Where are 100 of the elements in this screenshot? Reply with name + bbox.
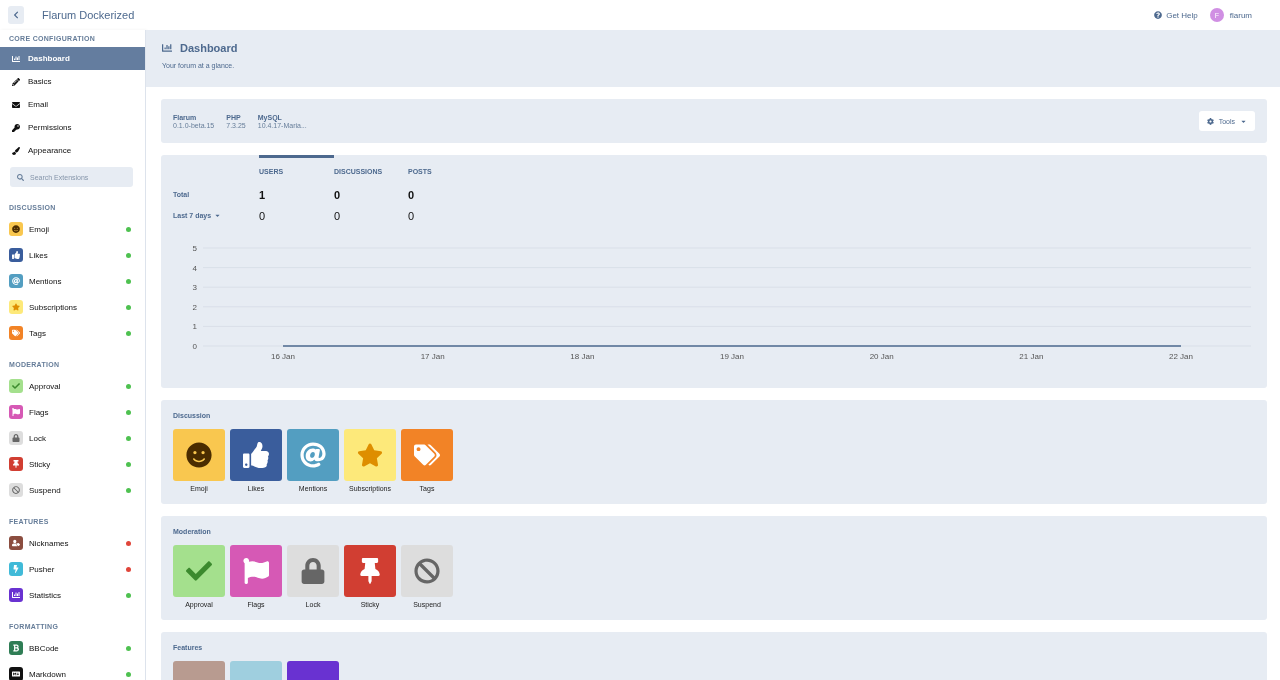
x-tick-label: 18 Jan — [570, 352, 595, 361]
ban-icon — [414, 558, 440, 584]
checkmark-icon — [9, 379, 23, 393]
extension-name: Emoji — [29, 224, 50, 234]
at-sign-icon — [9, 274, 23, 288]
y-tick-label: 2 — [192, 302, 197, 312]
checkmark-icon — [186, 558, 212, 584]
y-tick-label: 4 — [192, 263, 197, 273]
statistic-value: 0 — [259, 209, 267, 222]
at-sign-icon — [300, 442, 326, 468]
y-tick-label: 1 — [192, 322, 197, 332]
key-icon — [12, 123, 20, 132]
extension-name: Lock — [29, 433, 47, 443]
statistic-value: 0 — [334, 209, 342, 222]
chart-icon — [9, 588, 23, 602]
extension-link[interactable]: Pusher — [0, 556, 145, 582]
extension-link[interactable]: Mentions — [0, 268, 145, 294]
x-tick-label: 16 Jan — [271, 352, 295, 361]
brush-icon — [12, 146, 20, 155]
user-tag-icon — [9, 536, 23, 550]
caret-icon — [214, 212, 222, 219]
ban-icon — [9, 483, 23, 497]
extension-link[interactable]: Suspend — [0, 477, 145, 503]
extension-link[interactable]: Statistics — [0, 582, 145, 608]
extension-link[interactable]: Lock — [0, 425, 145, 451]
gear-icon — [1206, 117, 1214, 125]
extension-link[interactable]: Tags — [0, 320, 145, 346]
extension-name: Approval — [29, 381, 62, 391]
y-tick-label: 0 — [192, 342, 197, 351]
extension-tile[interactable] — [344, 429, 396, 481]
extension-name: Statistics — [29, 590, 62, 600]
extension-name: Suspend — [29, 485, 62, 495]
extension-link[interactable]: Subscriptions — [0, 294, 145, 320]
tags-icon — [9, 326, 23, 340]
extension-name: BBCode — [29, 643, 60, 653]
statistic-value: 0 — [334, 188, 342, 201]
extension-link[interactable]: Likes — [0, 242, 145, 268]
extension-link[interactable]: BBCode — [0, 635, 145, 661]
pushpin-icon — [357, 558, 383, 584]
chevron-left-icon — [12, 11, 20, 19]
extension-link[interactable]: Emoji — [0, 216, 145, 242]
extension-tile[interactable] — [173, 545, 225, 597]
extension-link[interactable]: Nicknames — [0, 530, 145, 556]
search-icon — [17, 173, 24, 181]
lock-icon — [300, 558, 326, 584]
extension-name: Pusher — [29, 564, 56, 574]
help-link[interactable]: Get Help — [1154, 10, 1198, 20]
extension-tile[interactable] — [230, 545, 282, 597]
extension-tile[interactable] — [287, 545, 339, 597]
extension-name: Sticky — [29, 459, 52, 469]
extension-tile[interactable] — [401, 429, 453, 481]
extension-name: Mentions — [29, 276, 63, 286]
extension-name: Likes — [29, 250, 49, 260]
sidebar-item[interactable]: Basics — [0, 70, 145, 93]
y-tick-label: 5 — [192, 244, 197, 253]
statistic-value: 1 — [259, 188, 267, 201]
x-tick-label: 21 Jan — [1019, 352, 1044, 361]
extension-name: Tags — [29, 328, 47, 338]
extension-name: Markdown — [29, 669, 67, 679]
extension-tile[interactable] — [173, 429, 225, 481]
extension-link[interactable]: Flags — [0, 399, 145, 425]
lock-icon — [9, 431, 23, 445]
thumbs-up-icon — [9, 248, 23, 262]
extension-name: Flags — [29, 407, 50, 417]
extension-tile[interactable] — [287, 429, 339, 481]
x-tick-label: 19 Jan — [720, 352, 744, 361]
smiley-icon — [9, 222, 23, 236]
x-tick-label: 22 Jan — [1169, 352, 1193, 361]
flag-icon — [243, 558, 269, 584]
extension-tile[interactable] — [401, 545, 453, 597]
extension-link[interactable]: Approval — [0, 373, 145, 399]
extension-tile[interactable] — [230, 429, 282, 481]
envelope-icon — [12, 100, 20, 109]
sidebar-item[interactable]: Email — [0, 93, 145, 116]
extension-link[interactable]: Markdown — [0, 661, 145, 680]
extension-name: Subscriptions — [29, 302, 79, 312]
tags-icon — [414, 442, 440, 468]
help-icon — [1154, 11, 1163, 19]
y-tick-label: 3 — [192, 283, 197, 293]
app-title: Flarum Dockerized — [42, 9, 135, 21]
statistic-value: 0 — [408, 188, 416, 201]
back-button[interactable] — [8, 6, 24, 24]
x-tick-label: 20 Jan — [869, 352, 894, 361]
chart-icon — [162, 43, 172, 53]
bold-letter-icon — [9, 641, 23, 655]
page-title: Dashboard — [180, 42, 238, 54]
extension-tile[interactable] — [344, 545, 396, 597]
sidebar-item[interactable]: Permissions — [0, 116, 145, 139]
bolt-icon — [9, 562, 23, 576]
sidebar-item[interactable]: Dashboard — [0, 47, 145, 70]
star-icon — [357, 442, 383, 468]
extension-name: Nicknames — [29, 538, 70, 548]
x-tick-label: 17 Jan — [420, 352, 445, 361]
sidebar-item[interactable]: Appearance — [0, 139, 145, 162]
thumbs-up-icon — [243, 442, 269, 468]
extension-link[interactable]: Sticky — [0, 451, 145, 477]
flag-icon — [9, 405, 23, 419]
smiley-icon — [186, 442, 212, 468]
pencil-icon — [12, 77, 20, 86]
chart-icon — [12, 54, 20, 63]
